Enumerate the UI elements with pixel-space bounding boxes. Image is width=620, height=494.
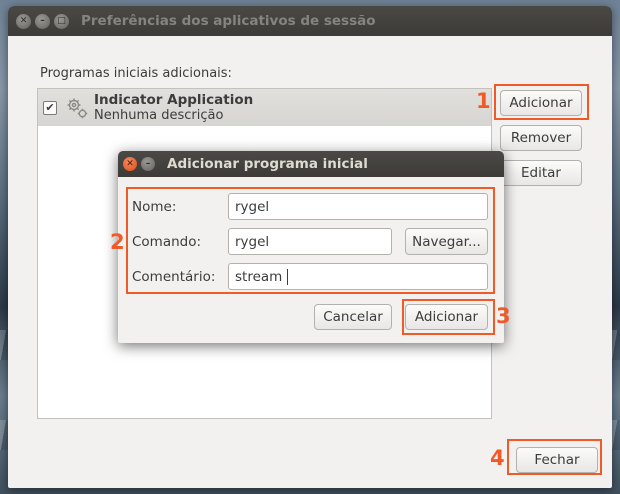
gears-icon — [67, 98, 88, 118]
add-startup-program-dialog: ✕ – Adicionar programa inicial Nome: Com… — [118, 151, 504, 343]
step-number-4: 4 — [490, 446, 505, 470]
section-label: Programas iniciais adicionais: — [40, 66, 232, 81]
command-label: Comando: — [132, 234, 202, 250]
step-number-3: 3 — [496, 304, 511, 328]
remove-button[interactable]: Remover — [500, 125, 582, 151]
close-button[interactable]: Fechar — [516, 447, 598, 473]
name-field[interactable] — [228, 193, 488, 220]
dialog-titlebar: ✕ – Adicionar programa inicial — [118, 151, 504, 177]
text-cursor — [287, 269, 288, 285]
list-item[interactable]: ✔ Indicator Application Nenhuma descriçã… — [38, 89, 491, 126]
browse-button[interactable]: Navegar... — [405, 228, 488, 255]
close-icon[interactable]: ✕ — [16, 13, 31, 29]
edit-button[interactable]: Editar — [500, 160, 582, 186]
program-description: Nenhuma descrição — [94, 107, 224, 123]
comment-field[interactable] — [228, 263, 488, 290]
window-title: Preferências dos aplicativos de sessão — [81, 13, 376, 29]
check-icon[interactable]: ✔ — [43, 100, 57, 115]
dialog-add-button[interactable]: Adicionar — [405, 304, 488, 330]
minimize-icon[interactable]: – — [141, 157, 155, 171]
step-number-2: 2 — [110, 230, 125, 254]
close-icon[interactable]: ✕ — [123, 157, 137, 171]
cancel-button[interactable]: Cancelar — [314, 304, 392, 330]
minimize-icon[interactable]: – — [35, 13, 50, 29]
step-number-1: 1 — [476, 89, 491, 113]
command-field[interactable] — [228, 228, 392, 255]
comment-label: Comentário: — [132, 269, 216, 285]
add-button[interactable]: Adicionar — [500, 90, 582, 116]
maximize-icon[interactable]: □ — [54, 13, 69, 29]
program-name: Indicator Application — [94, 91, 254, 108]
dialog-title: Adicionar programa inicial — [167, 156, 368, 172]
window-titlebar: ✕ – □ Preferências dos aplicativos de se… — [8, 6, 612, 36]
name-label: Nome: — [132, 199, 177, 215]
